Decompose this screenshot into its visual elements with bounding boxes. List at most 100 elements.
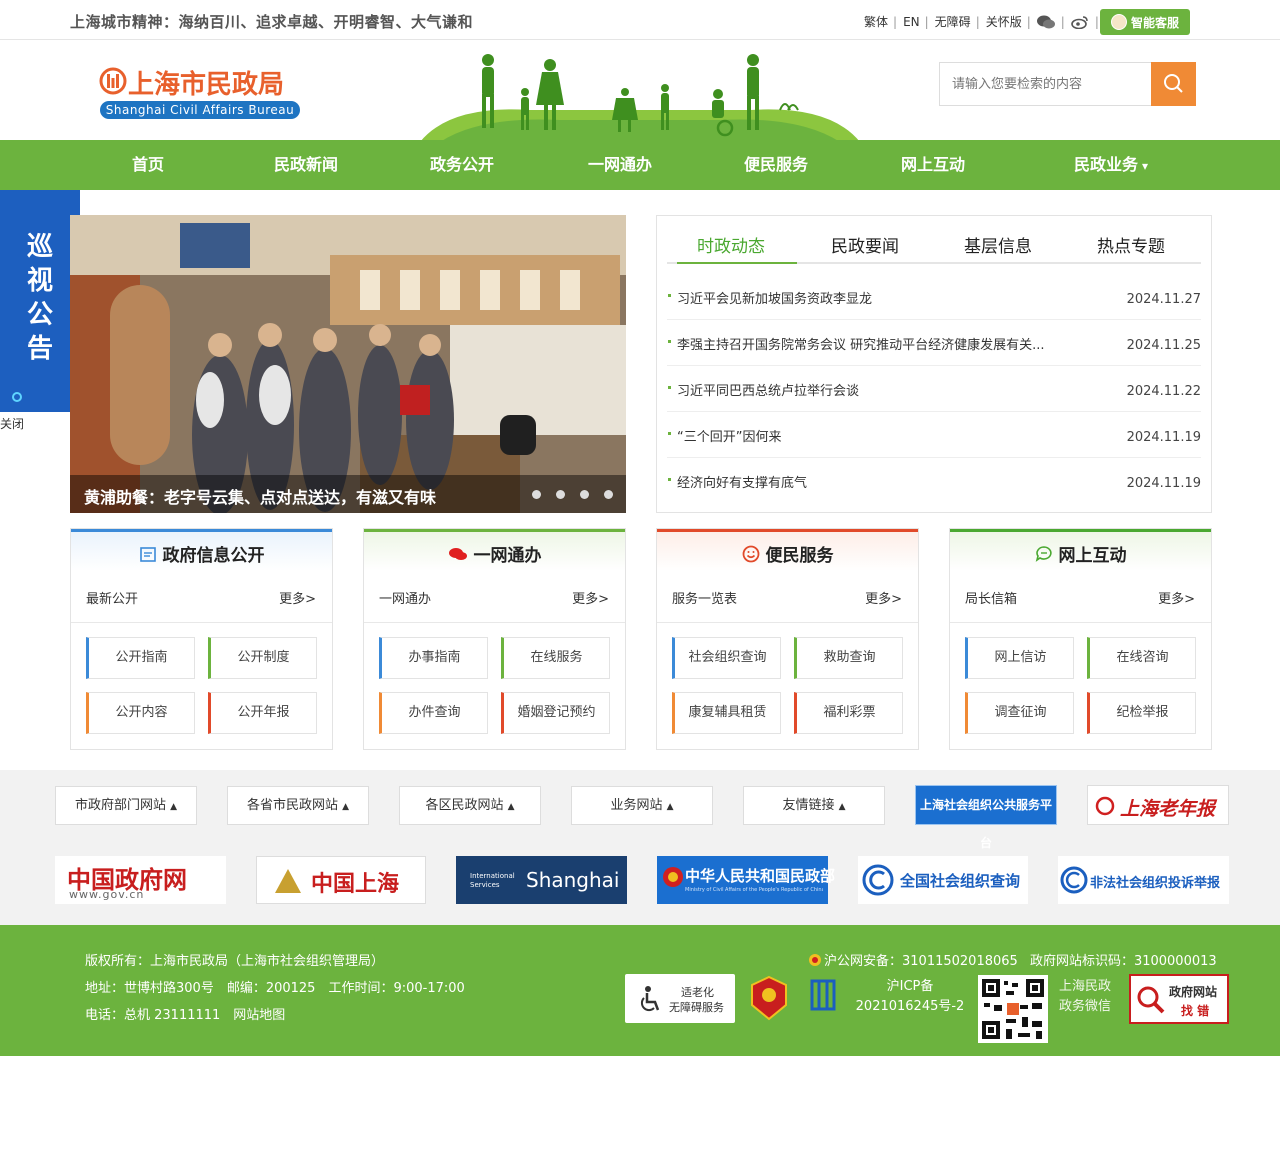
btn-case-query[interactable]: 办件查询: [379, 692, 488, 734]
gov-cn-link[interactable]: 中国政府网 www.gov.cn: [55, 856, 226, 904]
magnifier-icon: [1137, 986, 1165, 1014]
national-org-query-link[interactable]: 全国社会组织查询: [858, 856, 1028, 904]
wechat-qr-code: [978, 975, 1048, 1043]
btn-lottery[interactable]: 福利彩票: [794, 692, 903, 734]
btn-online-service[interactable]: 在线服务: [501, 637, 610, 679]
tab-hot-topics[interactable]: 热点专题: [1097, 232, 1165, 257]
slider-photo: [70, 215, 626, 513]
search-button[interactable]: [1151, 62, 1196, 106]
wechat-qr-label: 上海民政 政务微信: [1059, 979, 1112, 1014]
elderly-accessible-service-link[interactable]: 适老化 无障碍服务: [625, 974, 735, 1023]
slider-caption[interactable]: 黄浦助餐：老字号云集、点对点送达，有滋又有味: [84, 484, 436, 508]
patrol-notice[interactable]: 巡视公告: [0, 190, 80, 412]
report-logo-icon: [1060, 866, 1088, 894]
btn-open-system[interactable]: 公开制度: [208, 637, 317, 679]
tab-grassroots[interactable]: 基层信息: [964, 232, 1032, 257]
chevron-down-icon: ▾: [1141, 159, 1149, 173]
footer-address: 地址：世博村路300号 邮编：200125 工作时间：9:00-17:00: [85, 981, 465, 996]
btn-aid-query[interactable]: 救助查询: [794, 637, 903, 679]
accessibility-icon: [640, 986, 660, 1012]
family-silhouette-banner: [420, 54, 860, 142]
btn-survey[interactable]: 调查征询: [965, 692, 1074, 734]
nav-one-stop[interactable]: 一网通办: [582, 140, 658, 190]
btn-guide[interactable]: 办事指南: [379, 637, 488, 679]
elder-news-link[interactable]: 上海老年报: [1087, 785, 1229, 825]
btn-device-rental[interactable]: 康复辅具租赁: [672, 692, 781, 734]
nav-home[interactable]: 首页: [118, 140, 178, 190]
news-item[interactable]: 习近平同巴西总统卢拉举行会谈 2024.11.22: [667, 366, 1201, 412]
link-care-mode[interactable]: 关怀版: [986, 13, 1022, 30]
footer-copyright: 版权所有：上海市民政局（上海市社会组织管理局）: [85, 954, 385, 969]
icp-record[interactable]: 沪ICP备 2021016245号-2: [852, 977, 968, 1017]
main-nav: 首页 民政新闻 政务公开 一网通办 便民服务 网上互动 民政业务 ▾: [0, 140, 1280, 190]
news-slider[interactable]: 黄浦助餐：老字号云集、点对点送达，有滋又有味: [70, 215, 626, 513]
nav-news[interactable]: 民政新闻: [268, 140, 344, 190]
dropdown-friendly[interactable]: 友情链接 ▲: [743, 786, 885, 825]
chat-bubbles-icon: [448, 548, 467, 560]
patrol-close-button[interactable]: 关闭: [0, 415, 24, 432]
btn-online-petition[interactable]: 网上信访: [965, 637, 1074, 679]
btn-report[interactable]: 纪检举报: [1087, 692, 1196, 734]
dropdown-provinces[interactable]: 各省市民政网站 ▲: [227, 786, 369, 825]
social-org-platform-link[interactable]: 上海社会组织公共服务平台: [915, 785, 1057, 850]
smart-service-button[interactable]: 智能客服: [1100, 9, 1190, 35]
report-site-error-link[interactable]: 政府网站 找 错: [1129, 974, 1229, 1024]
card-sub-label[interactable]: 局长信箱: [965, 588, 1017, 607]
party-org-badge-icon[interactable]: [750, 975, 788, 1021]
link-traditional[interactable]: 繁体: [864, 13, 888, 30]
wechat-icon[interactable]: [1036, 15, 1055, 29]
more-link[interactable]: 更多>: [572, 588, 609, 607]
site-logo[interactable]: 上海市民政局 Shanghai Civil Affairs Bureau: [98, 64, 303, 122]
tab-current-affairs[interactable]: 时政动态: [697, 232, 765, 257]
btn-open-guide[interactable]: 公开指南: [86, 637, 195, 679]
slider-dot-2[interactable]: [556, 490, 565, 499]
slider-dot-3[interactable]: [580, 490, 589, 499]
elder-news-logo-icon: [1095, 796, 1115, 816]
card-sub-label[interactable]: 一网通办: [379, 588, 431, 607]
more-link[interactable]: 更多>: [865, 588, 902, 607]
card-gov-info: 政府信息公开 最新公开 更多> 公开指南 公开制度 公开内容 公开年报: [70, 528, 333, 750]
china-shanghai-link[interactable]: 中国上海: [256, 856, 426, 904]
nav-interaction[interactable]: 网上互动: [895, 140, 971, 190]
link-english[interactable]: EN: [903, 15, 920, 29]
btn-marriage-booking[interactable]: 婚姻登记预约: [501, 692, 610, 734]
news-item[interactable]: 经济向好有支撑有底气 2024.11.19: [667, 458, 1201, 504]
message-icon: [1035, 546, 1052, 562]
news-item[interactable]: 李强主持召开国务院常务会议 研究推动平台经济健康发展有关... 2024.11.2…: [667, 320, 1201, 366]
slider-dot-4[interactable]: [604, 490, 613, 499]
robot-icon: [1110, 14, 1127, 30]
link-accessibility[interactable]: 无障碍: [935, 13, 971, 30]
international-services-link[interactable]: International Services Shanghai: [456, 856, 627, 904]
btn-org-query[interactable]: 社会组织查询: [672, 637, 781, 679]
more-link[interactable]: 更多>: [279, 588, 316, 607]
tab-active-indicator: [677, 262, 797, 264]
city-spirit: 上海城市精神：海纳百川、追求卓越、开明睿智、大气谦和: [70, 11, 473, 32]
search-input[interactable]: [940, 63, 1150, 105]
dropdown-districts[interactable]: 各区民政网站 ▲: [399, 786, 541, 825]
btn-online-consult[interactable]: 在线咨询: [1087, 637, 1196, 679]
weibo-icon[interactable]: [1071, 15, 1089, 29]
tab-civil-news[interactable]: 民政要闻: [831, 232, 899, 257]
btn-open-annual[interactable]: 公开年报: [208, 692, 317, 734]
card-sub-label[interactable]: 最新公开: [86, 588, 138, 607]
logo-en-text: Shanghai Civil Affairs Bureau: [100, 101, 300, 119]
dropdown-business[interactable]: 业务网站 ▲: [571, 786, 713, 825]
nav-services[interactable]: 便民服务: [738, 140, 814, 190]
card-sub-label[interactable]: 服务一览表: [672, 588, 737, 607]
dropdown-city-depts[interactable]: 市政府部门网站 ▲: [55, 786, 197, 825]
nav-gov-affairs[interactable]: 政务公开: [424, 140, 500, 190]
illegal-org-report-link[interactable]: 非法社会组织投诉举报: [1058, 856, 1229, 904]
card-convenience: 便民服务 服务一览表 更多> 社会组织查询 救助查询 康复辅具租赁 福利彩票: [656, 528, 919, 750]
footer-ids: 沪公网安备：31011502018065 政府网站标识码：3100000013: [808, 950, 1217, 969]
more-link[interactable]: 更多>: [1158, 588, 1195, 607]
btn-open-content[interactable]: 公开内容: [86, 692, 195, 734]
gov-website-emblem-icon[interactable]: [806, 977, 840, 1013]
ministry-civil-affairs-link[interactable]: 中华人民共和国民政部 Ministry of Civil Affairs of …: [657, 856, 835, 904]
nav-business[interactable]: 民政业务 ▾: [1066, 140, 1156, 190]
news-item[interactable]: “三个回开”因何来 2024.11.19: [667, 412, 1201, 458]
shanghai-emblem-icon: [275, 869, 301, 893]
slider-dot-1[interactable]: [532, 490, 541, 499]
city-spirit-label: 上海城市精神：: [70, 13, 179, 31]
news-item[interactable]: 习近平会见新加坡国务资政李显龙 2024.11.27: [667, 274, 1201, 320]
footer-phone[interactable]: 电话：总机 23111111 网站地图: [85, 1004, 285, 1023]
